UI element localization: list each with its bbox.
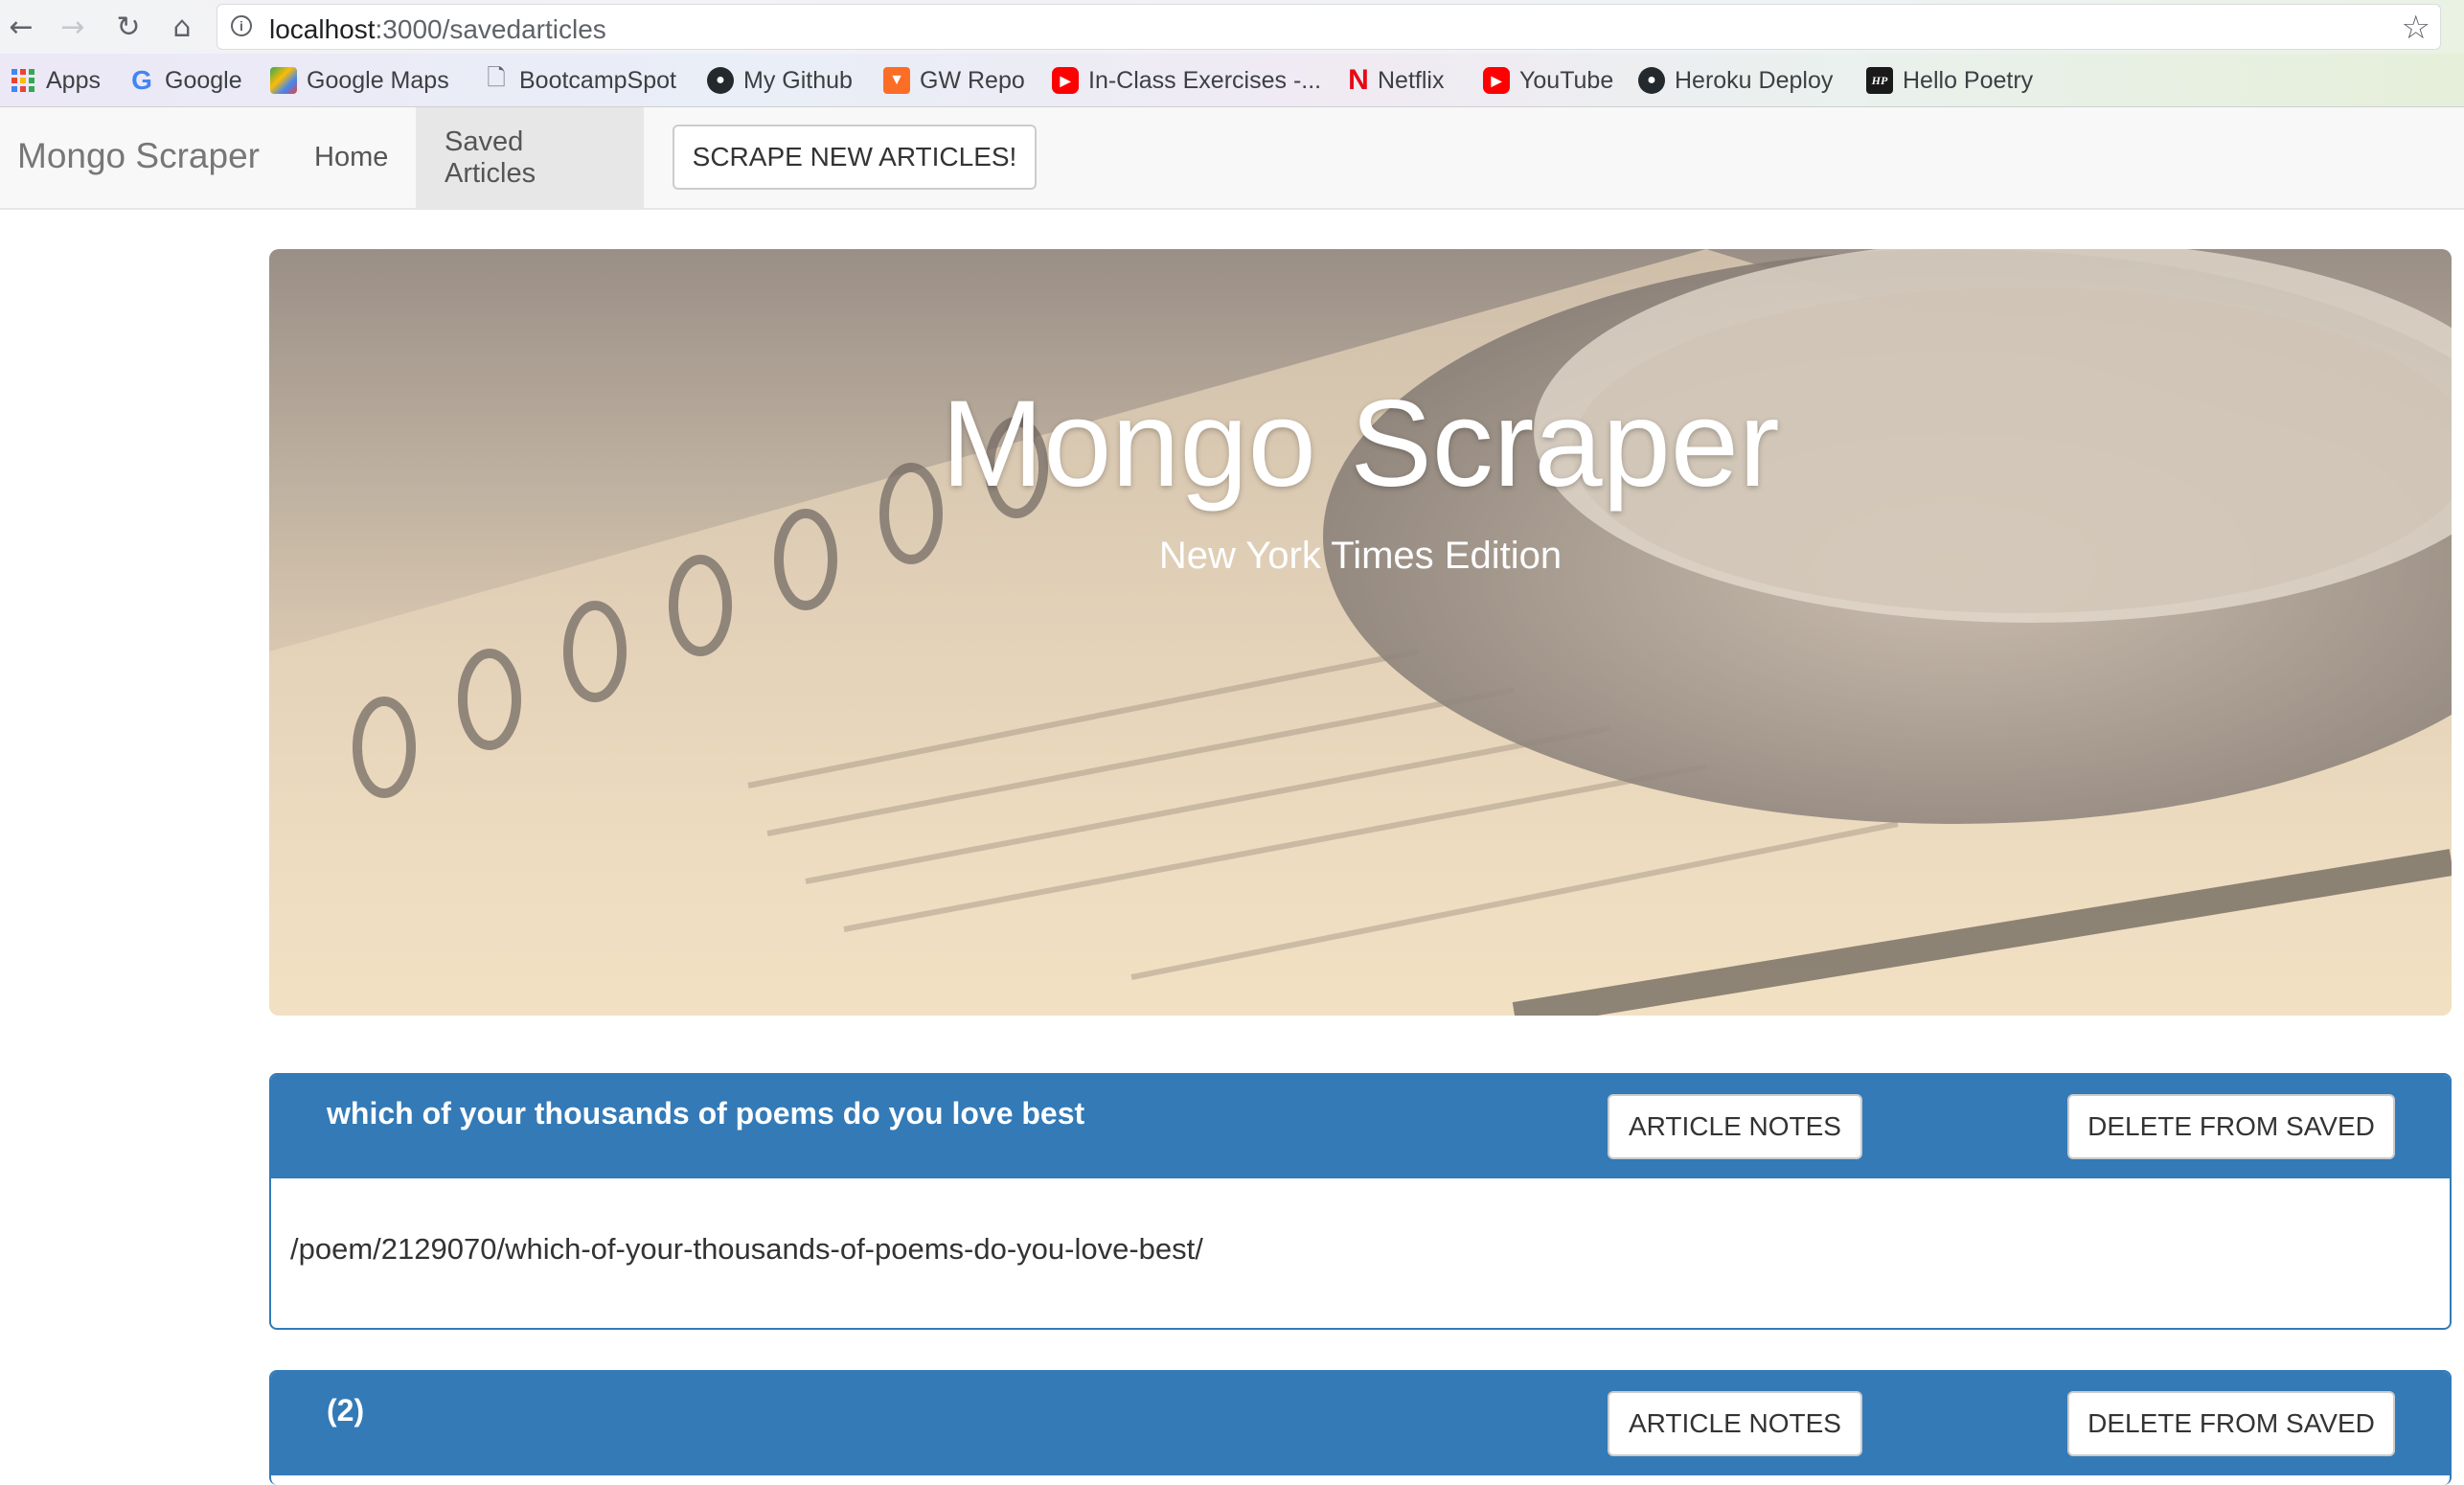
bookmark-label: Netflix <box>1378 66 1445 94</box>
bookmark-label: BootcampSpot <box>519 66 676 94</box>
bookmarks-bar: Apps G Google Google Maps 🗋 BootcampSpot… <box>0 54 2464 107</box>
article-link[interactable]: /poem/2129070/which-of-your-thousands-of… <box>290 1232 1203 1267</box>
article-notes-button[interactable]: ARTICLE NOTES <box>1608 1094 1862 1159</box>
bookmark-label: Google <box>165 66 242 94</box>
bookmark-in-class-exercises[interactable]: ▶ In-Class Exercises -... <box>1052 65 1321 96</box>
google-maps-icon <box>270 67 297 94</box>
url-text[interactable]: localhost:3000/savedarticles <box>269 14 606 45</box>
browser-toolbar: ← → ↻ ⌂ i localhost:3000/savedarticles ☆ <box>0 0 2464 54</box>
bookmark-my-github[interactable]: ● My Github <box>707 65 853 96</box>
bookmark-label: Heroku Deploy <box>1675 66 1834 94</box>
bookmark-label: Hello Poetry <box>1903 66 2034 94</box>
bookmark-youtube[interactable]: ▶ YouTube <box>1483 65 1613 96</box>
netflix-icon: N <box>1348 64 1369 96</box>
gitlab-icon: ▼ <box>883 67 910 94</box>
bookmark-label: Apps <box>46 66 101 94</box>
panel-heading: which of your thousands of poems do you … <box>271 1075 2450 1178</box>
bookmark-heroku-deploy[interactable]: ● Heroku Deploy <box>1638 65 1833 96</box>
bookmark-label: GW Repo <box>920 66 1025 94</box>
google-icon: G <box>131 65 152 95</box>
github-icon: ● <box>707 67 734 94</box>
scrape-new-articles-button[interactable]: SCRAPE NEW ARTICLES! <box>673 125 1037 190</box>
article-notes-button[interactable]: ARTICLE NOTES <box>1608 1391 1862 1456</box>
bookmark-bootcampspot[interactable]: 🗋 BootcampSpot <box>483 65 676 96</box>
reload-icon[interactable]: ↻ <box>109 8 148 46</box>
bookmark-hello-poetry[interactable]: HP Hello Poetry <box>1866 65 2033 96</box>
back-arrow-icon[interactable]: ← <box>2 8 40 46</box>
jumbotron-hero: Mongo Scraper New York Times Edition <box>269 249 2452 1016</box>
bookmark-label: Google Maps <box>307 66 449 94</box>
panel-body: /poem/2129070/which-of-your-thousands-of… <box>271 1178 2450 1328</box>
apps-grid-icon <box>11 69 34 92</box>
address-bar[interactable]: i localhost:3000/savedarticles ☆ <box>217 4 2441 50</box>
bookmark-google-maps[interactable]: Google Maps <box>270 65 449 96</box>
bookmark-label: YouTube <box>1519 66 1614 94</box>
bookmark-apps[interactable]: Apps <box>11 65 101 96</box>
jumbotron-subtitle: New York Times Edition <box>1158 535 1563 577</box>
home-icon[interactable]: ⌂ <box>163 8 201 46</box>
delete-from-saved-button[interactable]: DELETE FROM SAVED <box>2067 1391 2395 1456</box>
nav-link-saved-articles[interactable]: Saved Articles <box>416 107 644 208</box>
url-path: :3000/savedarticles <box>375 14 606 44</box>
article-title: which of your thousands of poems do you … <box>327 1096 1085 1131</box>
navbar-brand[interactable]: Mongo Scraper <box>17 136 260 176</box>
delete-from-saved-button[interactable]: DELETE FROM SAVED <box>2067 1094 2395 1159</box>
nav-link-home[interactable]: Home <box>285 107 417 208</box>
url-host: localhost <box>269 14 376 44</box>
page-icon: 🗋 <box>487 64 506 91</box>
youtube-icon: ▶ <box>1052 67 1079 94</box>
bookmark-netflix[interactable]: N Netflix <box>1348 64 1445 96</box>
bookmark-label: In-Class Exercises -... <box>1088 66 1322 94</box>
article-title: (2) <box>327 1393 365 1428</box>
bookmark-google[interactable]: G Google <box>128 65 242 96</box>
youtube-icon: ▶ <box>1483 67 1510 94</box>
hello-poetry-icon: HP <box>1866 67 1893 94</box>
notebook-teacup-image <box>269 249 2452 1016</box>
site-navbar: Mongo Scraper Home Saved Articles SCRAPE… <box>0 107 2464 210</box>
bookmark-gw-repo[interactable]: ▼ GW Repo <box>883 65 1025 96</box>
forward-arrow-icon[interactable]: → <box>54 8 92 46</box>
saved-article-panel: which of your thousands of poems do you … <box>269 1073 2452 1330</box>
github-icon: ● <box>1638 67 1665 94</box>
info-icon[interactable]: i <box>231 15 252 36</box>
jumbotron-title: Mongo Scraper <box>941 376 1780 513</box>
bookmark-label: My Github <box>743 66 853 94</box>
bookmark-star-icon[interactable]: ☆ <box>2402 9 2430 47</box>
panel-heading: (2) ARTICLE NOTES DELETE FROM SAVED <box>271 1372 2450 1475</box>
saved-article-panel: (2) ARTICLE NOTES DELETE FROM SAVED <box>269 1370 2452 1485</box>
